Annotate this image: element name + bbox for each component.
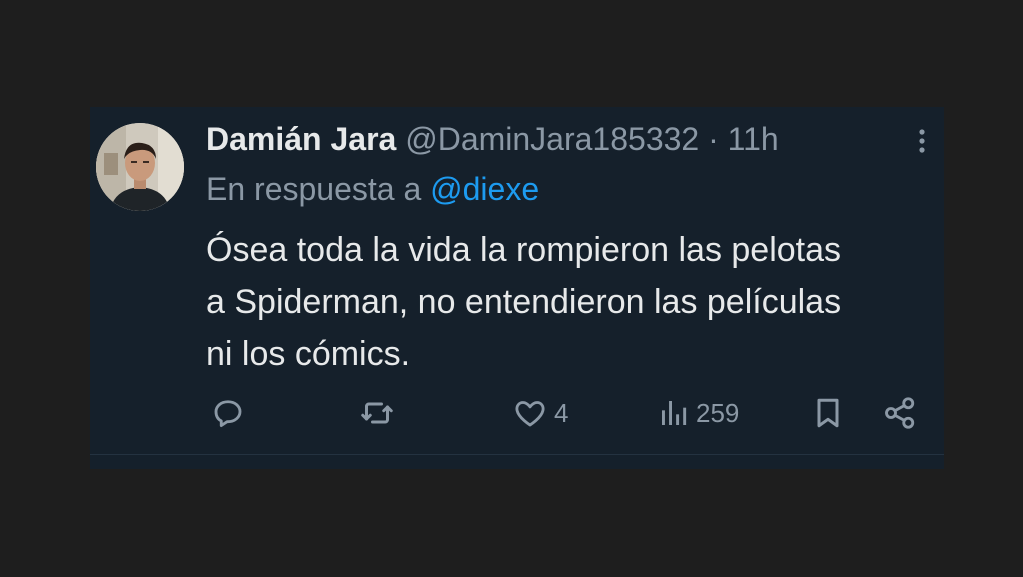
- card-divider: [90, 454, 944, 455]
- tweet-card[interactable]: Damián Jara @DaminJara185332 · 11h En re…: [90, 107, 944, 469]
- views-chart-icon: [662, 401, 687, 425]
- like-count: 4: [554, 397, 569, 428]
- more-options-button[interactable]: [908, 125, 936, 157]
- author-handle[interactable]: @DaminJara185332: [405, 121, 699, 157]
- author-name[interactable]: Damián Jara: [206, 121, 396, 157]
- tweet-timestamp[interactable]: 11h: [728, 121, 779, 157]
- reply-context: En respuesta a @diexe: [206, 167, 539, 211]
- share-button[interactable]: [882, 391, 918, 435]
- avatar-image: [96, 123, 184, 211]
- retweet-icon: [361, 402, 393, 424]
- bookmark-button[interactable]: [810, 391, 846, 435]
- reply-icon: [214, 400, 242, 428]
- action-bar: 4 259: [206, 391, 926, 435]
- like-button[interactable]: 4: [512, 391, 568, 435]
- share-icon: [885, 397, 915, 429]
- reply-mention-link[interactable]: @diexe: [430, 171, 539, 207]
- reply-button[interactable]: [210, 391, 246, 435]
- bookmark-icon: [817, 398, 839, 428]
- views-button[interactable]: 259: [658, 391, 739, 435]
- tweet-header: Damián Jara @DaminJara185332 · 11h: [206, 117, 779, 161]
- retweet-button[interactable]: [358, 391, 396, 435]
- separator-dot: ·: [708, 121, 719, 157]
- tweet-text: Ósea toda la vida la rompieron las pelot…: [206, 231, 842, 373]
- avatar[interactable]: [96, 123, 184, 211]
- views-count: 259: [696, 397, 740, 428]
- heart-icon: [515, 401, 545, 427]
- reply-prefix: En respuesta a: [206, 171, 422, 207]
- more-vertical-icon: [919, 129, 925, 153]
